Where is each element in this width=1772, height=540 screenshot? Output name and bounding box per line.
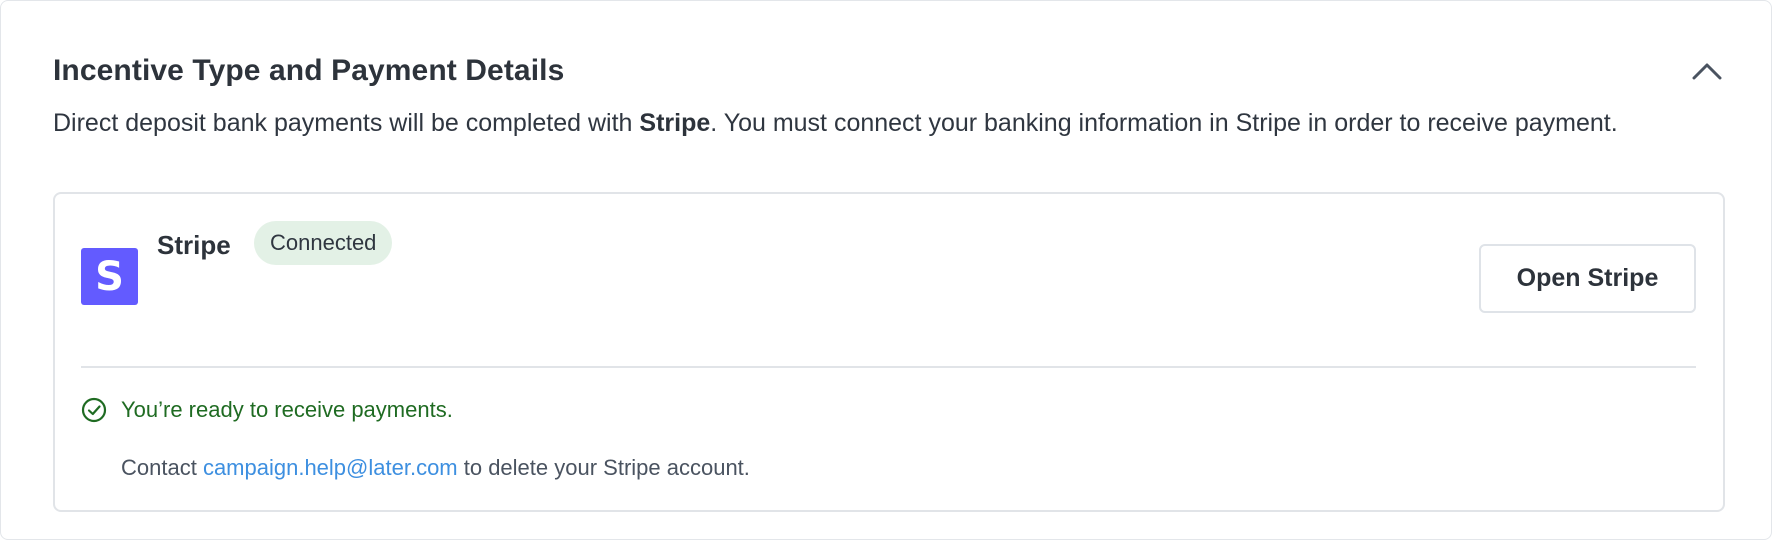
ready-message: You’re ready to receive payments.: [121, 397, 453, 422]
stripe-connection-card: S Stripe Connected Open Stripe You’re re…: [53, 192, 1725, 512]
ready-status: You’re ready to receive payments.: [81, 396, 453, 424]
open-stripe-button[interactable]: Open Stripe: [1479, 244, 1696, 313]
description-emphasis: Stripe: [639, 109, 711, 137]
section-title: Incentive Type and Payment Details: [53, 54, 565, 87]
card-divider: [81, 366, 1696, 368]
check-circle-icon: [81, 397, 107, 423]
collapse-toggle-button[interactable]: [1687, 51, 1727, 91]
description-suffix: . You must connect your banking informat…: [710, 109, 1618, 137]
chevron-up-icon: [1692, 63, 1722, 80]
status-badge: Connected: [254, 221, 393, 265]
description-prefix: Direct deposit bank payments will be com…: [53, 109, 640, 137]
payment-details-panel: Incentive Type and Payment Details Direc…: [0, 0, 1772, 540]
contact-line: Contact campaign.help@later.com to delet…: [121, 454, 750, 482]
provider-name: Stripe: [157, 230, 231, 260]
contact-suffix: to delete your Stripe account.: [457, 455, 750, 480]
section-description: Direct deposit bank payments will be com…: [53, 107, 1733, 139]
contact-email-link[interactable]: campaign.help@later.com: [203, 455, 458, 480]
stripe-logo: S: [81, 248, 138, 305]
page: Incentive Type and Payment Details Direc…: [0, 0, 1772, 540]
contact-prefix: Contact: [121, 455, 203, 480]
